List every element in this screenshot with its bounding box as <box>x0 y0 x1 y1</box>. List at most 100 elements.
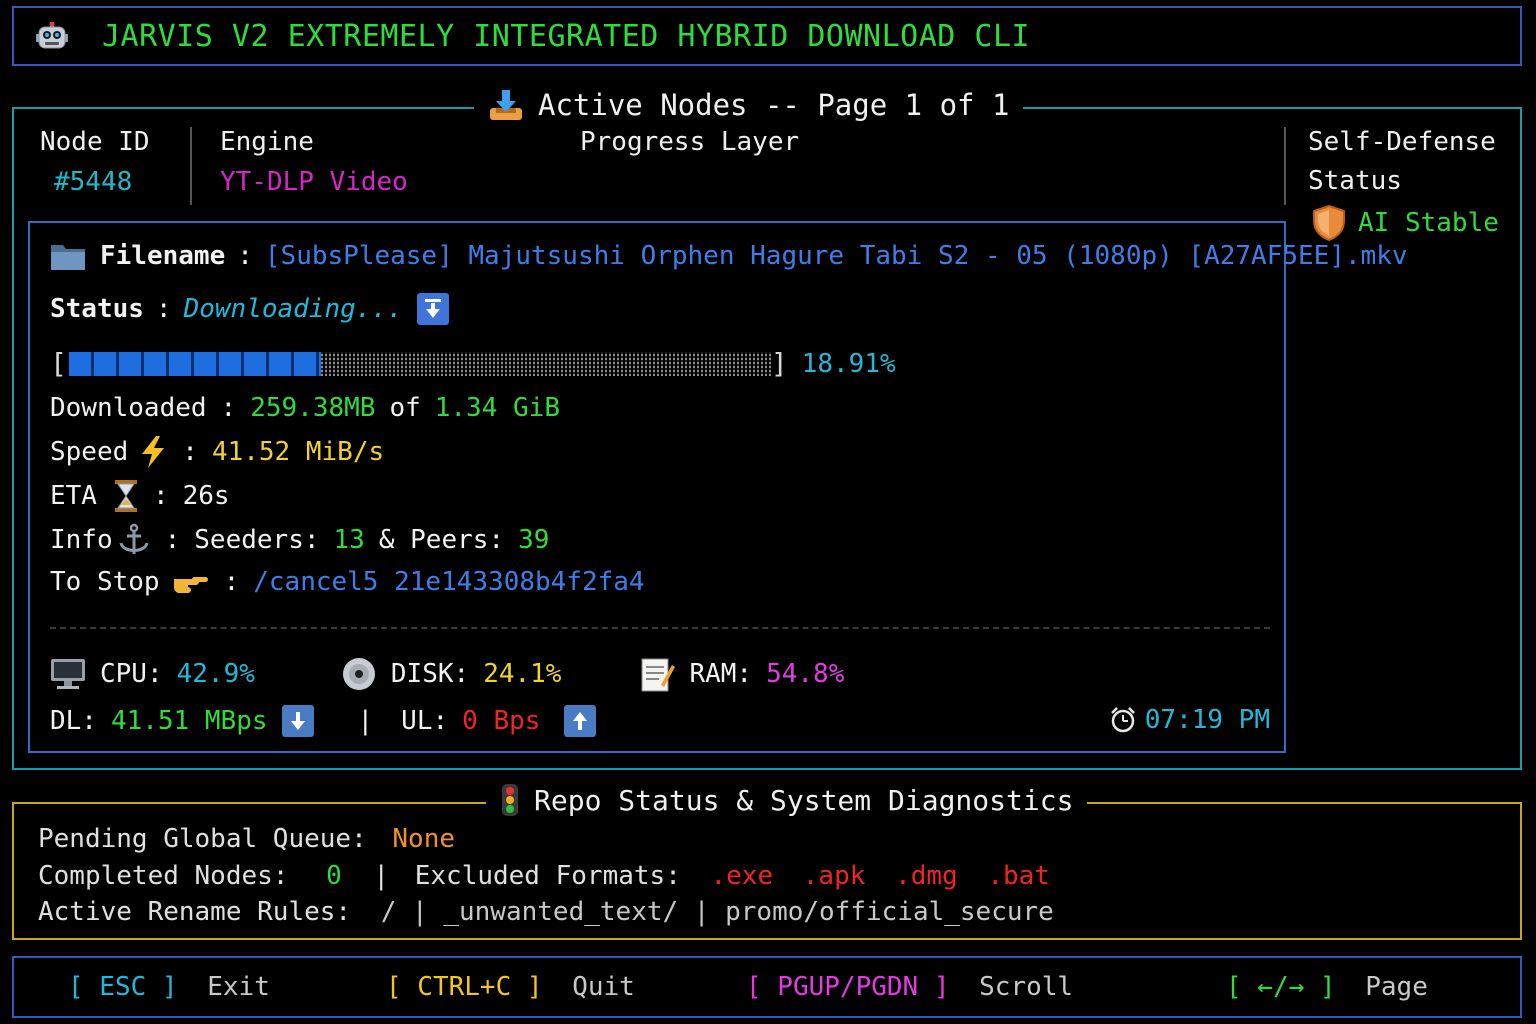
filename-value: [SubsPlease] Majutsushi Orphen Hagure Ta… <box>264 241 1408 271</box>
pointing-hand-icon <box>173 577 208 593</box>
progress-fill <box>68 351 321 376</box>
lightning-icon <box>142 436 165 468</box>
info-label: Info <box>50 525 113 555</box>
dl-value: 41.51 MBps <box>110 706 268 736</box>
app-title: JARVIS V2 EXTREMELY INTEGRATED HYBRID DO… <box>102 19 1031 54</box>
engine-value: YT-DLP Video <box>220 167 408 197</box>
status-value: Downloading... <box>183 294 403 324</box>
disk-value: 24.1% <box>483 659 562 689</box>
pending-label: Pending Global Queue: <box>38 824 367 854</box>
active-nodes-panel: Active Nodes -- Page 1 of 1 Node ID Engi… <box>12 81 1522 770</box>
seeders-value: 13 <box>333 525 365 555</box>
stop-label: To Stop <box>50 567 160 597</box>
node-details-box: Filename : [SubsPlease] Majutsushi Orphe… <box>28 221 1408 753</box>
separator: : <box>223 567 240 597</box>
completed-row: Completed Nodes: 0 | Excluded Formats: .… <box>38 861 1050 891</box>
ram-value: 54.8% <box>766 659 845 689</box>
shield-icon <box>1313 205 1345 241</box>
downloaded-row: Downloaded : 259.38MB of 1.34 GiB <box>50 393 560 423</box>
cpu-value: 42.9% <box>176 659 255 689</box>
of-text: of <box>389 393 421 423</box>
seeders-label: Seeders: <box>194 525 320 555</box>
clock-time: 07:19 PM <box>1144 705 1270 735</box>
eta-label: ETA <box>50 481 97 511</box>
node-id-value: #5448 <box>54 167 133 197</box>
column-progress: Progress Layer <box>580 127 800 157</box>
status-row: Status : Downloading... <box>50 293 449 325</box>
ul-label: UL: <box>401 706 449 736</box>
key-pgup-pgdn[interactable]: [ PGUP/PGDN ] Scroll <box>746 972 1073 1002</box>
excluded-label: Excluded Formats: <box>414 861 681 891</box>
pending-queue-row: Pending Global Queue: None <box>38 824 455 854</box>
column-divider <box>1284 127 1286 205</box>
repo-status-panel: Repo Status & System Diagnostics Pending… <box>12 778 1522 940</box>
column-divider <box>190 127 192 205</box>
completed-value: 0 <box>326 861 342 891</box>
key-arrows-action: Page <box>1365 972 1428 1002</box>
progress-bar: [ ] 18.91% <box>50 347 896 380</box>
pipe-separator: | <box>357 706 374 736</box>
cancel-command[interactable]: /cancel5 21e143308b4f2fa4 <box>253 567 644 597</box>
status-label: Status <box>50 294 144 324</box>
filename-label: Filename <box>100 241 226 271</box>
key-ctrl-c[interactable]: [ CTRL+C ] Quit <box>386 972 635 1002</box>
pending-value: None <box>392 824 456 854</box>
downloaded-label: Downloaded <box>50 393 207 423</box>
column-self-defense: Self-Defense <box>1308 127 1496 157</box>
alarm-clock-icon <box>1110 707 1135 733</box>
cpu-label: CPU: <box>100 659 163 689</box>
info-row: Info : Seeders: 13 & Peers: 39 <box>50 523 549 557</box>
dl-label: DL: <box>50 706 97 736</box>
completed-label: Completed Nodes: <box>38 861 289 891</box>
anchor-icon <box>119 523 149 554</box>
key-ctrl-c-action: Quit <box>572 972 635 1002</box>
separator: : <box>164 525 181 555</box>
stop-row: To Stop : /cancel5 21e143308b4f2fa4 <box>50 567 645 597</box>
speed-value: 41.52 MiB/s <box>211 437 385 467</box>
excluded-format: .dmg <box>895 861 958 891</box>
memo-icon <box>641 658 676 692</box>
key-esc-action: Exit <box>207 972 270 1002</box>
folder-icon <box>51 245 85 270</box>
key-pgup-label: [ PGUP/PGDN ] <box>746 972 950 1002</box>
key-arrows[interactable]: [ ←/→ ] Page <box>1226 972 1428 1002</box>
total-size-value: 1.34 GiB <box>434 393 560 423</box>
progress-remaining <box>320 351 771 376</box>
disk-label: DISK: <box>390 659 470 689</box>
key-bindings-footer: [ ESC ] Exit [ CTRL+C ] Quit [ PGUP/PGDN… <box>12 956 1522 1018</box>
separator: : <box>152 481 169 511</box>
divider <box>50 627 1270 629</box>
page-indicator: Active Nodes -- Page 1 of 1 <box>538 88 1010 122</box>
repo-status-title-text: Repo Status & System Diagnostics <box>534 783 1074 817</box>
ram-label: RAM: <box>689 659 753 689</box>
excluded-format: .bat <box>987 861 1050 891</box>
app-header: JARVIS V2 EXTREMELY INTEGRATED HYBRID DO… <box>12 6 1522 66</box>
progress-percent: 18.91% <box>801 348 896 379</box>
column-node-id: Node ID <box>40 127 150 157</box>
upload-arrow-icon <box>564 705 597 737</box>
hourglass-icon <box>114 480 137 512</box>
separator: : <box>237 241 253 271</box>
separator: : <box>220 393 237 423</box>
key-esc-label: [ ESC ] <box>68 972 178 1002</box>
disk-icon <box>342 658 375 690</box>
monitor-icon <box>51 659 85 689</box>
speed-row: Speed : 41.52 MiB/s <box>50 435 384 469</box>
defense-status-value: AI Stable <box>1358 208 1499 238</box>
key-ctrl-c-label: [ CTRL+C ] <box>386 972 543 1002</box>
rename-rules-row: Active Rename Rules: / | _unwanted_text/… <box>38 897 1054 927</box>
download-arrow-icon <box>281 705 314 737</box>
filename-row: Filename : [SubsPlease] Majutsushi Orphe… <box>50 241 1408 271</box>
key-esc[interactable]: [ ESC ] Exit <box>68 972 270 1002</box>
key-arrows-label: [ ←/→ ] <box>1226 972 1336 1002</box>
rename-label: Active Rename Rules: <box>38 897 352 927</box>
network-row: DL: 41.51 MBps | UL: 0 Bps <box>50 705 597 737</box>
eta-row: ETA : 26s <box>50 479 230 513</box>
excluded-format: .apk <box>802 861 866 891</box>
peers-label: & Peers: <box>378 525 505 555</box>
separator: : <box>182 437 198 467</box>
download-tray-icon <box>490 90 522 120</box>
rename-rules-value: / | _unwanted_text/ | promo/official_sec… <box>380 897 1054 927</box>
pipe-separator: | <box>373 861 390 891</box>
repo-status-title: Repo Status & System Diagnostics <box>486 778 1088 822</box>
